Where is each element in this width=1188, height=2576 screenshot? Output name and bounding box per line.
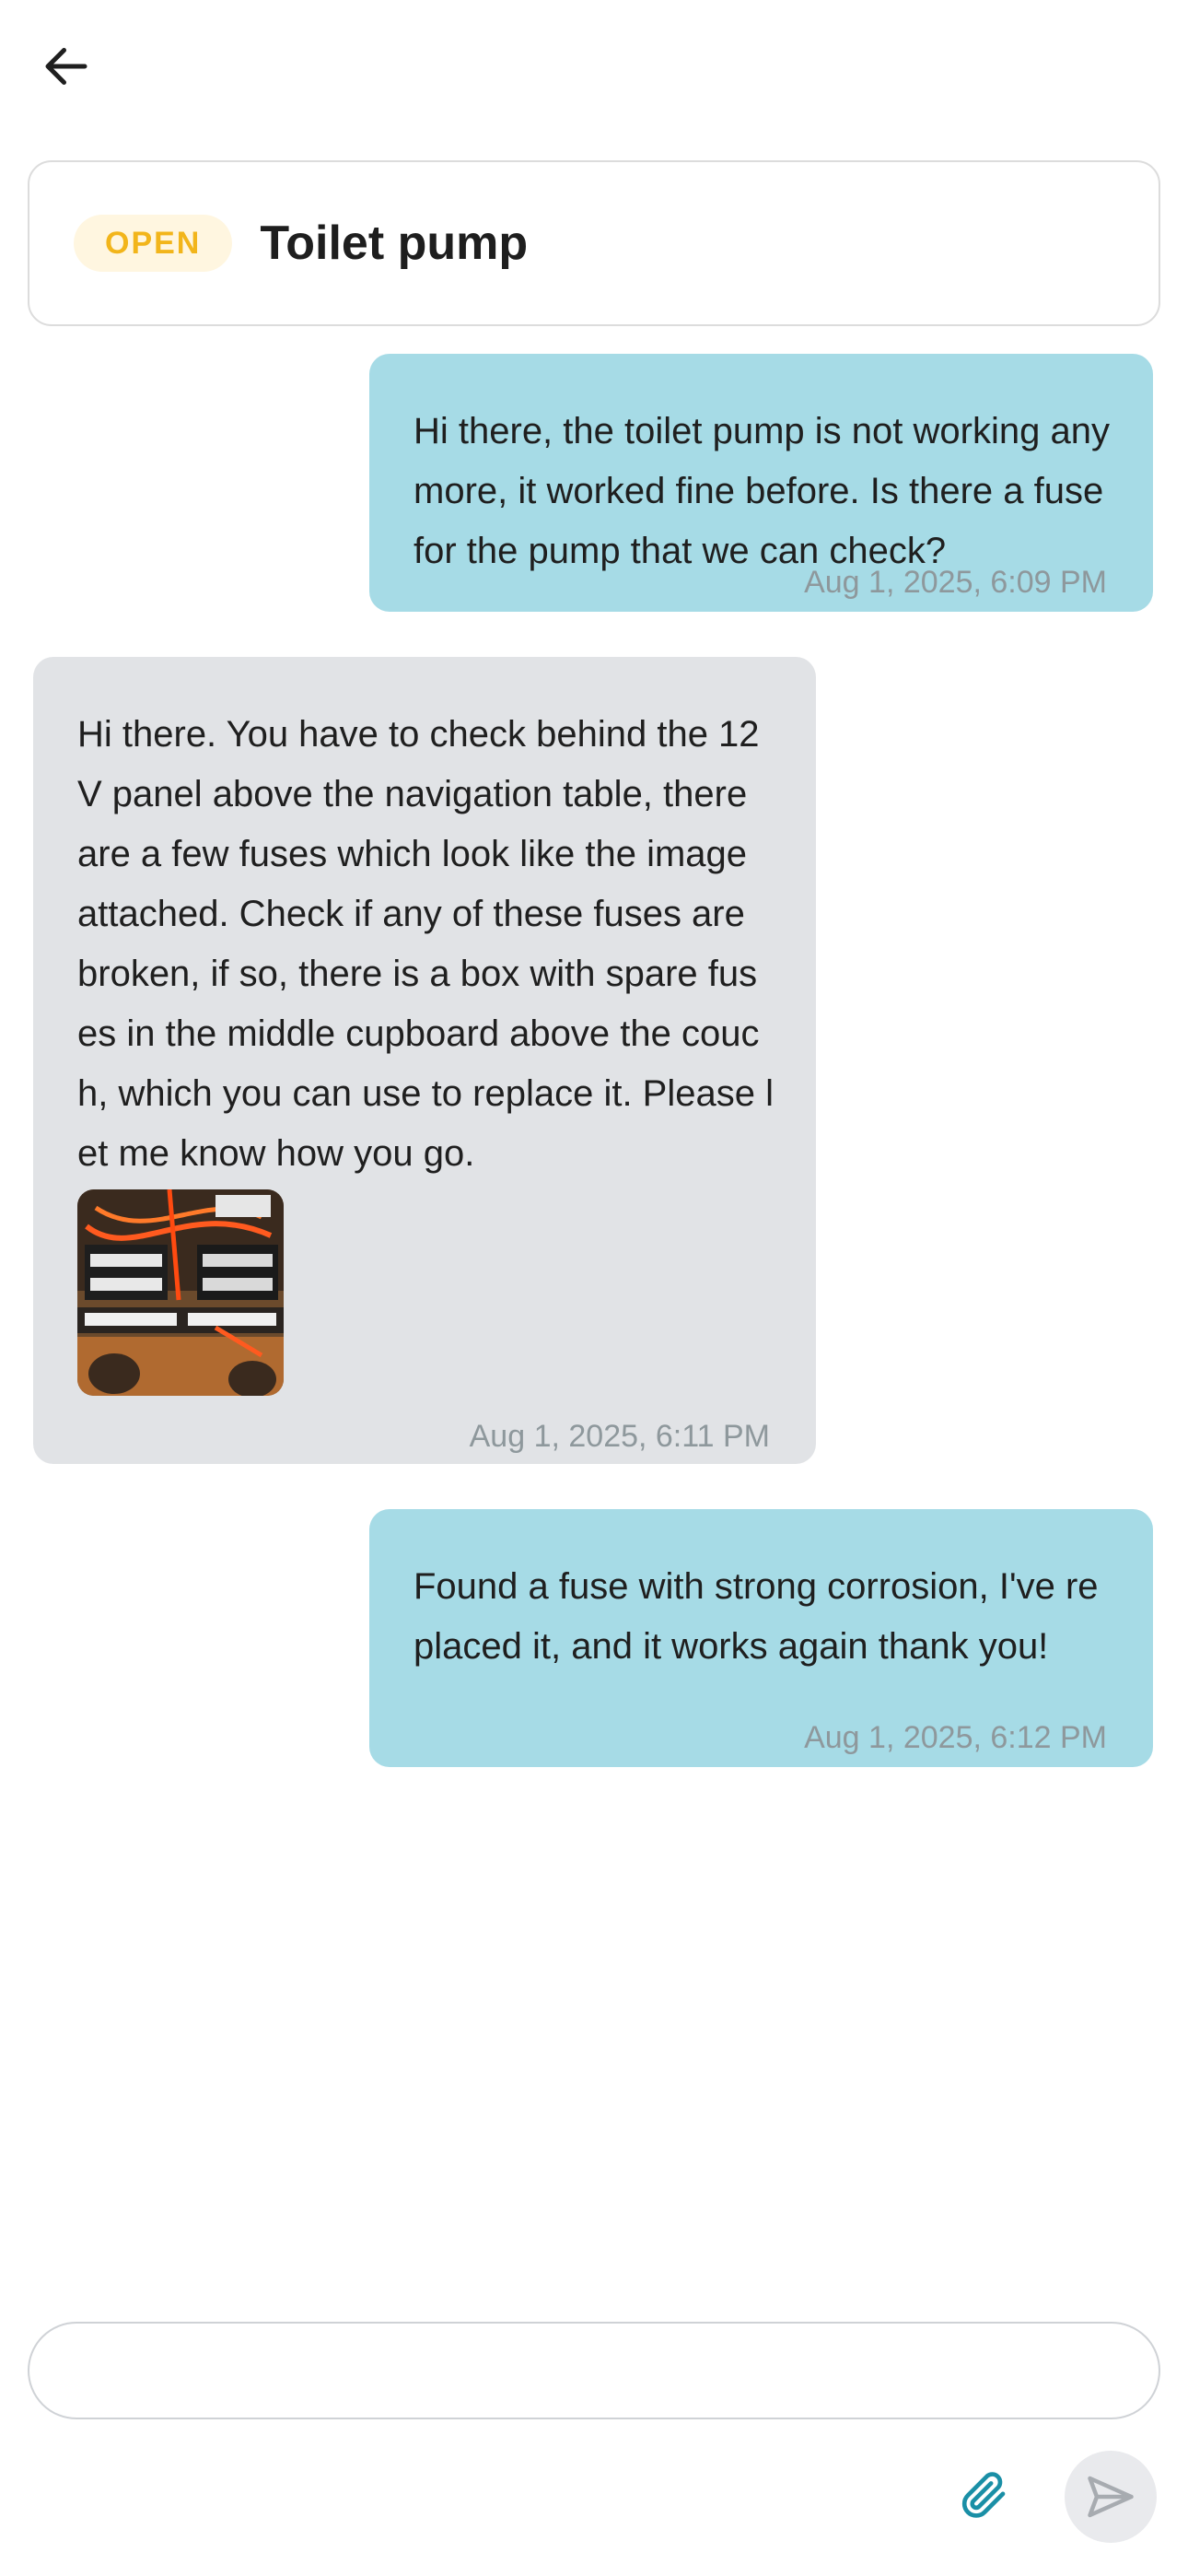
- chat-screen: OPEN Toilet pump Hi there, the toilet pu…: [0, 0, 1188, 2576]
- message-timestamp: Aug 1, 2025, 6:11 PM: [469, 1419, 770, 1454]
- arrow-left-icon: [45, 48, 87, 85]
- message-bubble-outgoing: Hi there, the toilet pump is not working…: [369, 354, 1153, 612]
- fuse-panel-photo: [77, 1189, 284, 1396]
- message-timestamp: Aug 1, 2025, 6:12 PM: [804, 1720, 1107, 1755]
- message-bubble-outgoing: Found a fuse with strong corrosion, I've…: [369, 1509, 1153, 1767]
- attachment-image[interactable]: [77, 1189, 284, 1396]
- ticket-header-card: OPEN Toilet pump: [28, 160, 1160, 326]
- message-text: Found a fuse with strong corrosion, I've…: [413, 1566, 1099, 1667]
- status-badge: OPEN: [74, 215, 233, 272]
- attach-button[interactable]: [954, 2465, 1013, 2524]
- message-timestamp: Aug 1, 2025, 6:09 PM: [804, 565, 1107, 600]
- message-text: Hi there, the toilet pump is not working…: [413, 411, 1110, 571]
- paperclip-icon: [961, 2472, 1006, 2518]
- message-input[interactable]: [28, 2322, 1160, 2419]
- message-text: Hi there. You have to check behind the 1…: [77, 714, 774, 1174]
- back-button[interactable]: [33, 33, 99, 100]
- ticket-title: Toilet pump: [260, 217, 529, 270]
- message-bubble-incoming: Hi there. You have to check behind the 1…: [33, 657, 816, 1464]
- send-icon: [1088, 2476, 1134, 2518]
- send-button[interactable]: [1065, 2451, 1157, 2543]
